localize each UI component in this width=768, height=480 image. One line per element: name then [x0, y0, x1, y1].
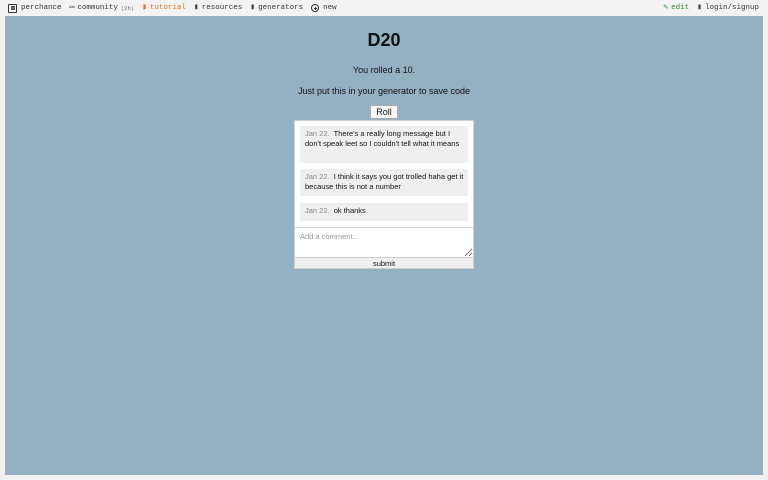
roll-result-text: You rolled a 10. [352, 65, 416, 75]
nav-new-link[interactable]: new [311, 4, 337, 12]
top-nav-bar: perchance ▭ community (2h) ▮ tutorial ▮ … [0, 0, 768, 16]
nav-edit-link[interactable]: ✎ edit [663, 3, 690, 13]
nav-tutorial-link[interactable]: ▮ tutorial [142, 3, 186, 13]
generator-output-panel: D20 You rolled a 10. Just put this in yo… [5, 16, 763, 475]
nav-brand-label: perchance [21, 4, 62, 12]
grid-icon: ▮ [250, 3, 256, 12]
link-icon: ▮ [193, 3, 199, 12]
comments-box: Jan 22. There's a really long message bu… [294, 120, 474, 269]
nav-generators-link[interactable]: ▮ generators [250, 3, 304, 13]
roll-button[interactable]: Roll [370, 105, 398, 119]
nav-community-link[interactable]: ▭ community (2h) [69, 3, 135, 13]
book-icon: ▮ [142, 3, 147, 12]
nav-login-label: login/signup [704, 4, 759, 12]
comment-text: ok thanks [333, 206, 366, 215]
nav-community-badge: (2h) [120, 4, 135, 12]
nav-brand-link[interactable]: perchance [8, 3, 62, 13]
comment-item: Jan 22. There's a really long message bu… [300, 126, 468, 163]
nav-right-group: ✎ edit ▮ login/signup [663, 3, 768, 13]
chat-icon: ▭ [69, 3, 75, 12]
comment-date: Jan 22. [305, 206, 330, 215]
hint-text: Just put this in your generator to save … [297, 86, 471, 96]
submit-comment-button[interactable]: submit [295, 257, 473, 268]
comment-list: Jan 22. There's a really long message bu… [295, 121, 473, 227]
comment-date: Jan 22. [305, 129, 330, 138]
nav-resources-link[interactable]: ▮ resources [193, 3, 243, 13]
nav-edit-label: edit [671, 4, 690, 12]
nav-community-label: community [77, 4, 118, 12]
nav-generators-label: generators [258, 4, 304, 12]
comment-item: Jan 22. ok thanks [300, 203, 468, 221]
comment-item: Jan 22. I think it says you got trolled … [300, 169, 468, 196]
nav-resources-label: resources [201, 4, 243, 12]
plus-circle-icon [311, 4, 320, 12]
nav-tutorial-label: tutorial [149, 4, 186, 12]
comment-date: Jan 22. [305, 172, 330, 181]
nav-new-label: new [323, 4, 337, 12]
comment-input[interactable] [295, 227, 473, 257]
user-icon: ▮ [697, 3, 702, 12]
pencil-icon: ✎ [663, 3, 669, 12]
page-title: D20 [367, 30, 401, 50]
dice-icon [8, 3, 17, 13]
nav-login-link[interactable]: ▮ login/signup [697, 3, 759, 13]
